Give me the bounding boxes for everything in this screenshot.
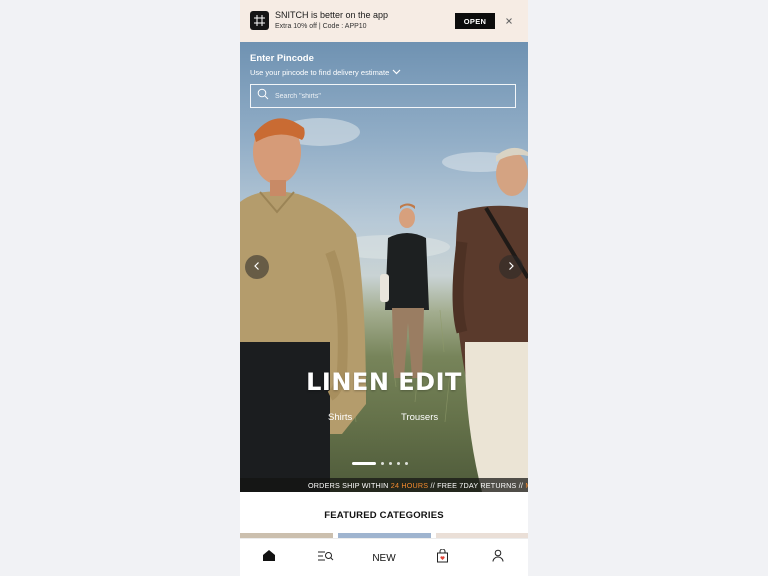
close-icon[interactable] xyxy=(503,14,515,26)
app-install-banner: SNITCH is better on the app Extra 10% of… xyxy=(240,0,528,42)
announcement-ticker: ORDERS SHIP WITHIN 24 HOURS // FREE 7DAY… xyxy=(240,478,528,492)
nav-bag-button[interactable] xyxy=(434,548,450,568)
open-app-button[interactable]: OPEN xyxy=(455,13,495,29)
search-bar[interactable] xyxy=(250,84,516,108)
nav-home-button[interactable] xyxy=(260,549,278,567)
carousel-prev-button[interactable] xyxy=(245,255,269,279)
carousel-dot-2[interactable] xyxy=(381,462,384,465)
carousel-dot-4[interactable] xyxy=(397,462,400,465)
snitch-logo-icon xyxy=(250,11,269,30)
carousel-dot-3[interactable] xyxy=(389,462,392,465)
ticker-part-1: ORDERS SHIP WITHIN xyxy=(308,481,391,490)
app-banner-title: SNITCH is better on the app xyxy=(275,10,389,20)
carousel-next-button[interactable] xyxy=(499,255,523,279)
pincode-title[interactable]: Enter Pincode xyxy=(250,53,314,64)
chevron-down-icon xyxy=(392,68,401,77)
hero-carousel[interactable]: Enter Pincode Use your pincode to find d… xyxy=(240,42,528,492)
carousel-dot-5[interactable] xyxy=(405,462,408,465)
hero-link-shirts[interactable]: Shirts xyxy=(328,412,352,423)
bottom-navigation: NEW xyxy=(240,538,528,576)
app-banner-subtitle: Extra 10% off | Code : APP10 xyxy=(275,23,367,30)
chevron-right-icon xyxy=(507,258,515,276)
chevron-left-icon xyxy=(253,258,261,276)
ticker-part-2: // FREE 7DAY RETURNS // xyxy=(428,481,526,490)
ticker-part-3: MA xyxy=(525,481,528,490)
featured-categories-title: FEATURED CATEGORIES xyxy=(324,510,444,521)
home-icon xyxy=(262,549,276,567)
carousel-dot-1[interactable] xyxy=(352,462,376,465)
featured-categories-section: FEATURED CATEGORIES xyxy=(240,492,528,539)
hero-link-trousers[interactable]: Trousers xyxy=(401,412,438,423)
ticker-text: ORDERS SHIP WITHIN 24 HOURS // FREE 7DAY… xyxy=(308,481,528,490)
hero-image xyxy=(240,118,528,492)
hero-title: LINEN EDIT xyxy=(306,368,462,396)
ticker-highlight: 24 HOURS xyxy=(390,481,429,490)
bag-icon xyxy=(436,548,449,568)
menu-search-icon xyxy=(317,549,334,567)
nav-categories-button[interactable] xyxy=(316,549,334,567)
user-icon xyxy=(492,549,504,567)
nav-new-button[interactable]: NEW xyxy=(368,549,400,567)
search-input[interactable] xyxy=(275,92,505,100)
mobile-viewport: SNITCH is better on the app Extra 10% of… xyxy=(240,0,528,576)
pincode-subtitle[interactable]: Use your pincode to find delivery estima… xyxy=(250,68,401,77)
pincode-subtitle-text: Use your pincode to find delivery estima… xyxy=(250,68,390,77)
search-icon xyxy=(257,87,269,105)
carousel-pagination xyxy=(352,462,408,465)
nav-account-button[interactable] xyxy=(490,549,506,567)
